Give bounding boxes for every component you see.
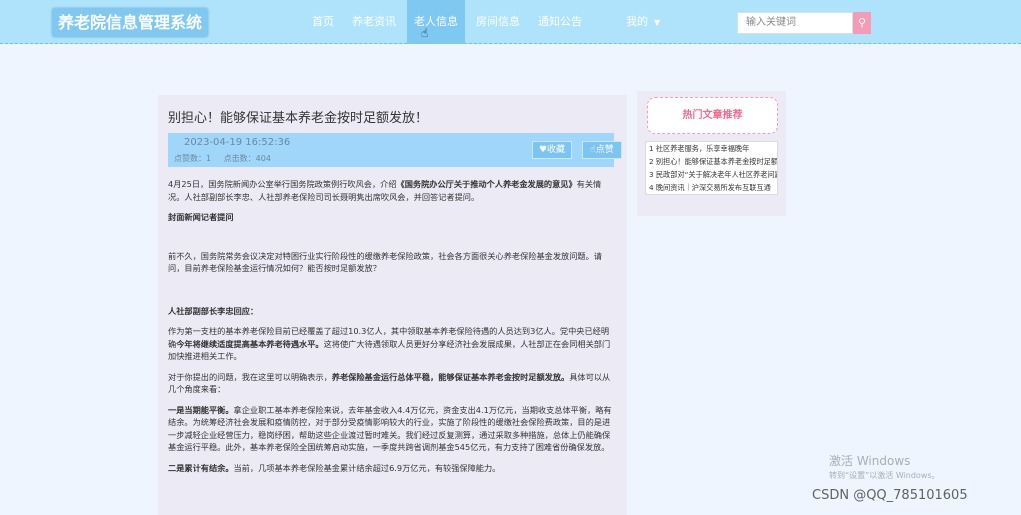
article-meta-bar: 2023-04-19 16:52:36 点赞数：1 点击数：404 ♥收藏 ☝点… — [168, 133, 622, 167]
site-logo[interactable]: 养老院信息管理系统 — [52, 8, 209, 37]
paragraph-balance: 一是当期能平衡。拿企业职工基本养老保险来说，去年基金收入4.4万亿元，资金支出4… — [168, 404, 612, 453]
paragraph-coverage: 作为第一支柱的基本养老保险目前已经覆盖了超过10.3亿人，其中领取基本养老保险待… — [168, 326, 611, 361]
paragraph-question: 前不久，国务院常务会议决定对特困行业实行阶段性的缓缴养老保险政策，社会各方面很关… — [168, 250, 602, 274]
article-panel: 别担心！能够保证基本养老金按时足额发放！ 2023-04-19 16:52:36… — [158, 95, 627, 515]
search-input[interactable]: 输入关键词 — [737, 12, 853, 34]
my-menu[interactable]: 我的 ▼ — [626, 0, 660, 45]
nav-item-news[interactable]: 养老资讯 — [345, 0, 403, 44]
nav-item-elder-info[interactable]: 老人信息 — [407, 0, 465, 44]
list-item[interactable]: 4 晚间资讯｜沪深交易所发布互联互通 — [646, 181, 777, 194]
favorite-button[interactable]: ♥收藏 — [532, 141, 572, 159]
article-body: 4月25日，国务院新闻办公室举行国务院政策例行吹风会，介绍《国务院办公厅关于推动… — [168, 178, 616, 482]
list-item[interactable]: 1 社区养老服务，乐享幸福晚年 — [646, 142, 777, 155]
csdn-watermark: CSDN @QQ_785101605 — [812, 488, 968, 503]
like-label: 点赞 — [595, 145, 614, 155]
list-item[interactable]: 2 别担心！能够保证基本养老金按时足额发放！ — [646, 155, 777, 168]
hot-articles-panel: 热门文章推荐 1 社区养老服务，乐享幸福晚年 2 别担心！能够保证基本养老金按时… — [637, 91, 786, 216]
article-stats: 点赞数：1 点击数：404 — [174, 153, 281, 164]
paragraph-surplus: 二是累计有结余。当前，几项基本养老保险基金累计结余超过6.9万亿元，有较强保障能… — [168, 462, 501, 473]
article-date: 2023-04-19 16:52:36 — [184, 137, 291, 148]
search-button[interactable]: ⚲ — [853, 12, 871, 34]
hot-articles-list: 1 社区养老服务，乐享幸福晚年 2 别担心！能够保证基本养老金按时足额发放！ 3… — [645, 141, 778, 195]
list-item[interactable]: 3 民政部对“关于解决老年人社区养老问题的建议”的答复 — [646, 168, 777, 181]
like-button[interactable]: ☝点赞 — [582, 141, 622, 159]
nav-item-notices[interactable]: 通知公告 — [531, 0, 589, 44]
paragraph-assurance: 对于你提出的问题，我在这里可以明确表示，养老保险基金运行总体平稳，能够保证基本养… — [168, 371, 611, 395]
main-nav: 首页 养老资讯 老人信息 房间信息 通知公告 — [305, 0, 593, 44]
hot-articles-title: 热门文章推荐 — [647, 97, 778, 134]
nav-item-rooms[interactable]: 房间信息 — [469, 0, 527, 44]
chevron-down-icon: ▼ — [654, 18, 661, 27]
subheading-answer: 人社部副部长李忠回应： — [168, 305, 259, 316]
windows-activation-subtitle: 转到“设置”以激活 Windows。 — [829, 471, 940, 480]
heart-icon: ♥ — [538, 145, 548, 155]
article-title: 别担心！能够保证基本养老金按时足额发放！ — [168, 111, 429, 126]
my-menu-label: 我的 — [626, 15, 648, 28]
paragraph-intro: 4月25日，国务院新闻办公室举行国务院政策例行吹风会，介绍《国务院办公厅关于推动… — [168, 179, 602, 202]
favorite-label: 收藏 — [547, 145, 566, 155]
nav-item-home[interactable]: 首页 — [305, 0, 341, 44]
mouse-cursor-icon: ☝ — [421, 26, 429, 40]
search-icon: ⚲ — [857, 16, 867, 29]
windows-activation-title: 激活 Windows — [829, 454, 911, 468]
subheading-reporter: 封面新闻记者提问 — [168, 212, 234, 222]
view-count: 点击数：404 — [223, 154, 271, 163]
top-navbar: 养老院信息管理系统 首页 养老资讯 老人信息 房间信息 通知公告 我的 ▼ 输入关… — [0, 0, 1021, 44]
like-count: 点赞数：1 — [174, 154, 212, 163]
